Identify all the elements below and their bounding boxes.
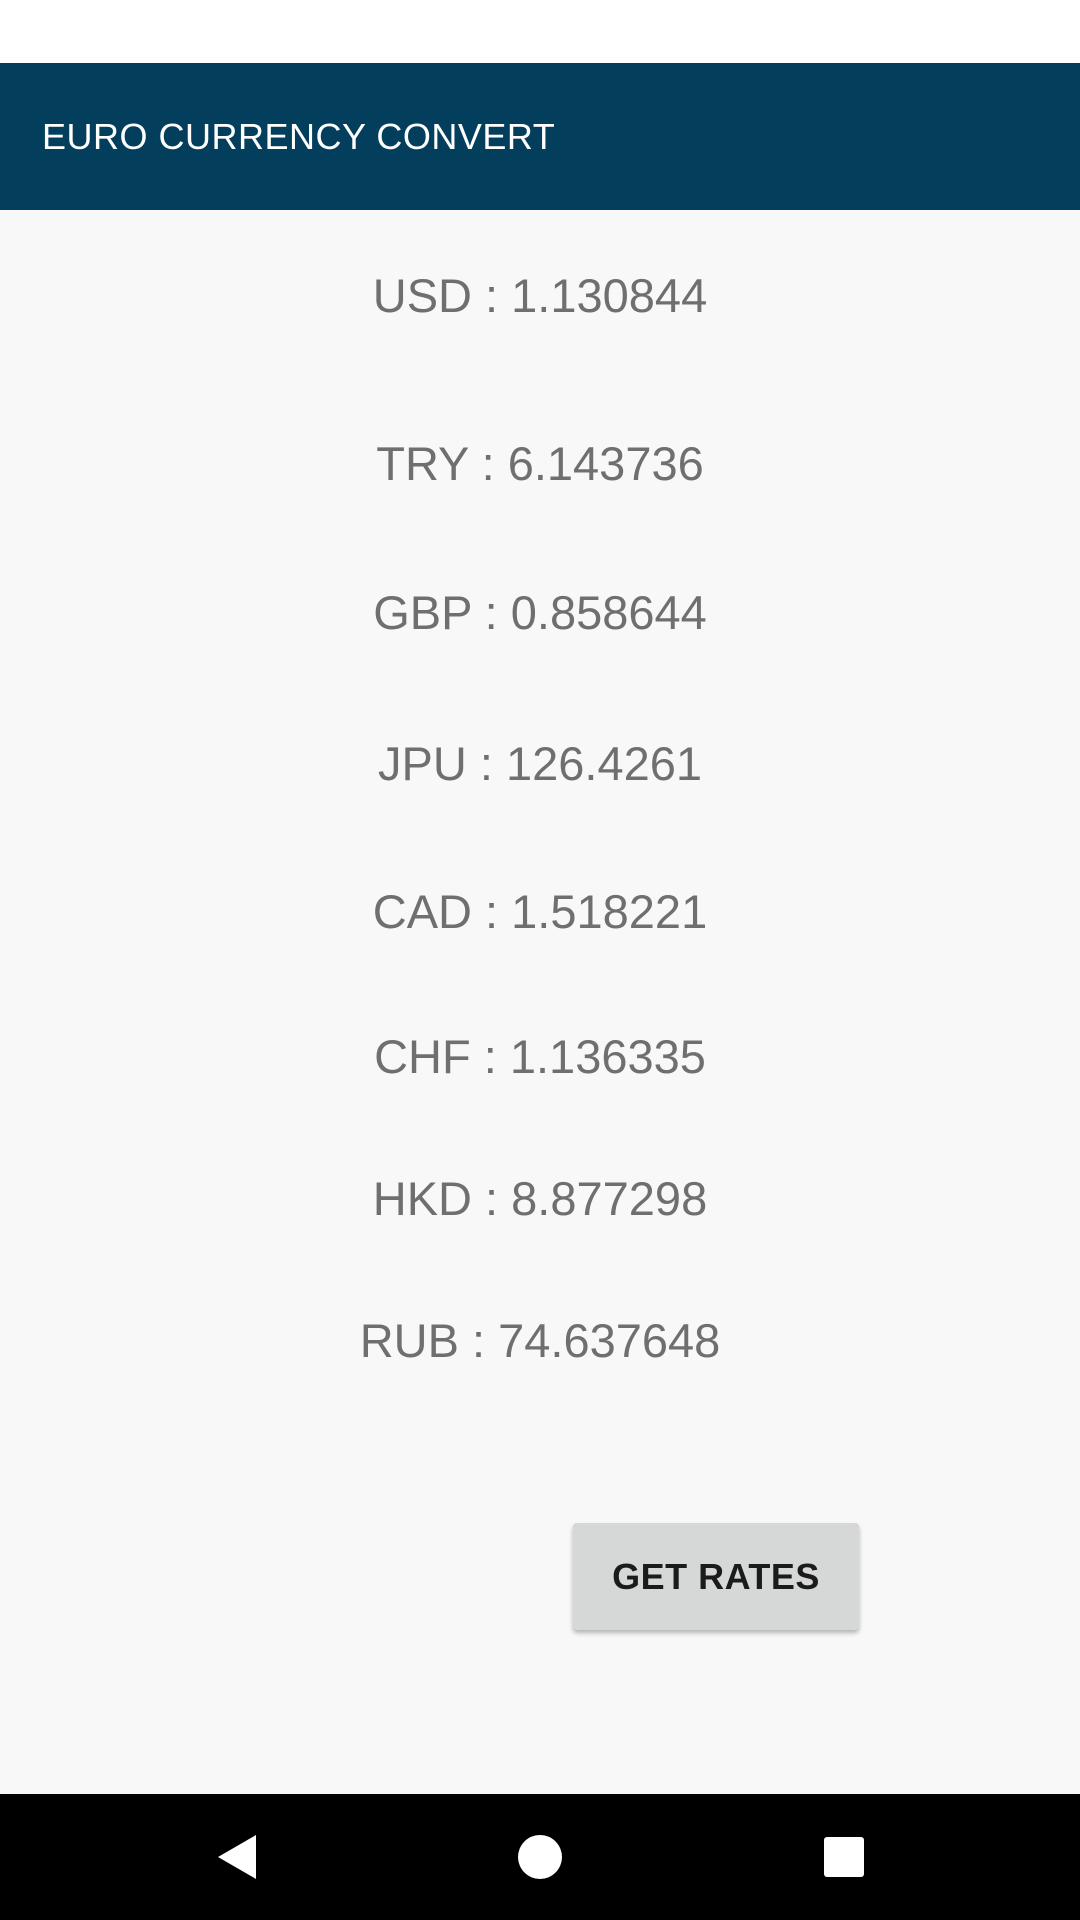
rate-jpu: JPU : 126.4261 <box>378 737 702 790</box>
rate-hkd: HKD : 8.877298 <box>372 1172 708 1225</box>
status-bar <box>0 0 1080 63</box>
rate-gbp: GBP : 0.858644 <box>373 586 707 639</box>
back-icon <box>218 1835 256 1879</box>
back-button[interactable] <box>166 1794 306 1920</box>
home-button[interactable] <box>470 1794 610 1920</box>
get-rates-button[interactable]: GET RATES <box>573 1523 859 1630</box>
home-icon <box>518 1835 562 1879</box>
recents-button[interactable] <box>774 1794 914 1920</box>
rate-usd: USD : 1.130844 <box>372 269 708 322</box>
rate-cad: CAD : 1.518221 <box>372 885 708 938</box>
rate-try: TRY : 6.143736 <box>376 437 704 490</box>
rate-rub: RUB : 74.637648 <box>359 1314 721 1367</box>
app-title: EURO CURRENCY CONVERT <box>42 115 556 157</box>
app-screen: EURO CURRENCY CONVERT USD : 1.130844 TRY… <box>0 0 1080 1920</box>
rate-chf: CHF : 1.136335 <box>374 1030 706 1083</box>
navigation-bar <box>0 1794 1080 1920</box>
app-bar: EURO CURRENCY CONVERT <box>0 63 1080 210</box>
recents-icon <box>824 1837 864 1877</box>
